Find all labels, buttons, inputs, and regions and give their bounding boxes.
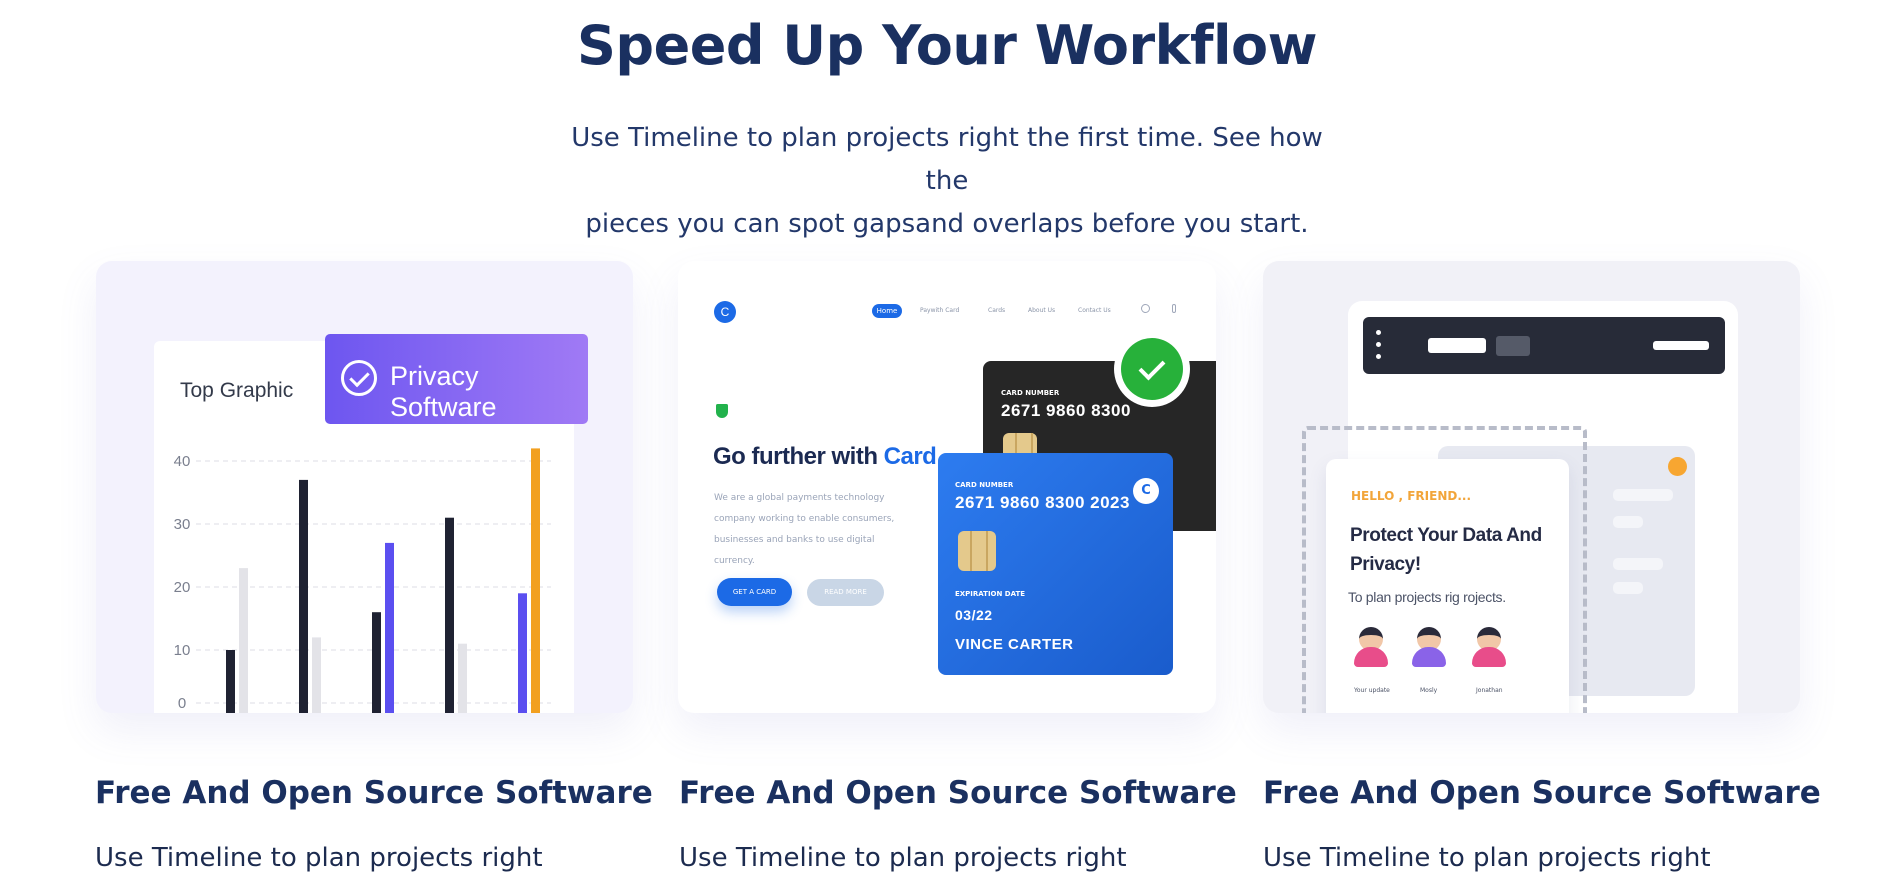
- avatar: [1472, 627, 1506, 667]
- card-number-label: CARD NUMBER: [1001, 389, 1060, 397]
- feature-image-payment: C Home Paywith Card Cards About Us Conta…: [678, 261, 1216, 713]
- chart-bar: [226, 650, 235, 713]
- chip-icon: [958, 531, 996, 571]
- nav-item-contact: Contact Us: [1078, 307, 1111, 314]
- expiration-date: 03/22: [955, 607, 993, 623]
- credit-card-blue: C CARD NUMBER 2671 9860 8300 2023 EXPIRA…: [938, 453, 1173, 675]
- privacy-badge: Privacy Software: [325, 334, 588, 424]
- chart-bar: [312, 637, 321, 713]
- chart-bar: [385, 542, 394, 713]
- subtitle-line-1: Use Timeline to plan projects right the …: [571, 123, 1323, 196]
- read-more-button: READ MORE: [807, 579, 884, 606]
- feature-text-1: Use Timeline to plan projects right: [95, 843, 543, 873]
- card-logo: C: [1133, 478, 1159, 504]
- card-number-label: CARD NUMBER: [955, 481, 1014, 489]
- hero-heading-accent: Card.: [883, 443, 943, 470]
- feature-image-chart: Top Graphic 40 30 20 10 0 Privacy Software: [96, 261, 633, 713]
- nav-item-about: About Us: [1028, 307, 1056, 314]
- feature-text-2: Use Timeline to plan projects right: [679, 843, 1127, 873]
- card-number: 2671 9860 8300: [1001, 401, 1131, 420]
- y-tick-label: 0: [178, 695, 186, 712]
- y-tick-label: 20: [174, 579, 191, 596]
- greeting: HELLO , FRIEND...: [1351, 489, 1471, 503]
- check-icon: [341, 360, 377, 396]
- app-toolbar: [1363, 317, 1725, 374]
- nav-item-pay: Paywith Card: [920, 307, 960, 314]
- shield-icon: [716, 404, 728, 418]
- avatar: [1354, 627, 1388, 667]
- placeholder-line: [1613, 558, 1663, 570]
- chart-bar: [239, 568, 248, 713]
- expiration-label: EXPIRATION DATE: [955, 590, 1026, 598]
- nav-item-cards: Cards: [988, 307, 1006, 314]
- subtitle-line-2: pieces you can spot gapsand overlaps bef…: [585, 209, 1309, 239]
- feature-text-3: Use Timeline to plan projects right: [1263, 843, 1711, 873]
- brand-logo: C: [714, 301, 736, 323]
- avatar-label: Jonathan: [1476, 687, 1503, 694]
- menu-dots-icon: [1376, 330, 1381, 360]
- avatar: [1412, 627, 1446, 667]
- chart-bar: [518, 593, 527, 713]
- card-holder: VINCE CARTER: [955, 636, 1074, 653]
- placeholder-line: [1613, 582, 1643, 594]
- avatar-label: Mosly: [1420, 687, 1438, 694]
- hero-heading-main: Go further with: [713, 443, 884, 470]
- privacy-heading: Protect Your Data And Privacy!: [1350, 525, 1542, 575]
- status-dot: [1668, 457, 1687, 476]
- get-card-button: GET A CARD: [717, 578, 792, 606]
- chart-bar: [531, 448, 540, 713]
- y-tick-label: 30: [174, 516, 191, 533]
- placeholder-line: [1613, 516, 1643, 528]
- chart-bar: [445, 517, 454, 713]
- hero-heading: Go further with Card.: [713, 443, 943, 471]
- card-number: 2671 9860 8300 2023: [955, 493, 1130, 512]
- privacy-text: To plan projects rig rojects.: [1348, 589, 1506, 605]
- verified-check-icon: [1114, 331, 1190, 407]
- feature-image-privacy: HELLO , FRIEND... Protect Your Data And …: [1263, 261, 1800, 713]
- toolbar-pill: [1428, 338, 1486, 353]
- chart-bar: [458, 643, 467, 713]
- feature-title-1: Free And Open Source Software: [95, 775, 653, 811]
- y-tick-label: 10: [174, 642, 191, 659]
- section-subtitle: Use Timeline to plan projects right the …: [547, 117, 1347, 246]
- placeholder-line: [1613, 489, 1673, 501]
- search-icon: [1141, 304, 1150, 313]
- avatar-label: Your update: [1354, 687, 1390, 694]
- y-tick-label: 40: [174, 453, 191, 470]
- toolbar-pill: [1496, 336, 1530, 356]
- privacy-card: HELLO , FRIEND... Protect Your Data And …: [1326, 459, 1569, 713]
- section-title: Speed Up Your Workflow: [577, 14, 1317, 77]
- feature-title-2: Free And Open Source Software: [679, 775, 1237, 811]
- hero-body: We are a global payments technology comp…: [714, 493, 895, 566]
- nav-home: Home: [872, 304, 902, 318]
- user-icon: [1172, 304, 1176, 313]
- bar-chart: 40 30 20 10 0: [174, 448, 551, 713]
- toolbar-pill: [1653, 341, 1709, 350]
- chart-bar: [372, 612, 381, 713]
- chart-bar: [299, 479, 308, 713]
- privacy-badge-label: Privacy Software: [390, 361, 497, 422]
- feature-title-3: Free And Open Source Software: [1263, 775, 1821, 811]
